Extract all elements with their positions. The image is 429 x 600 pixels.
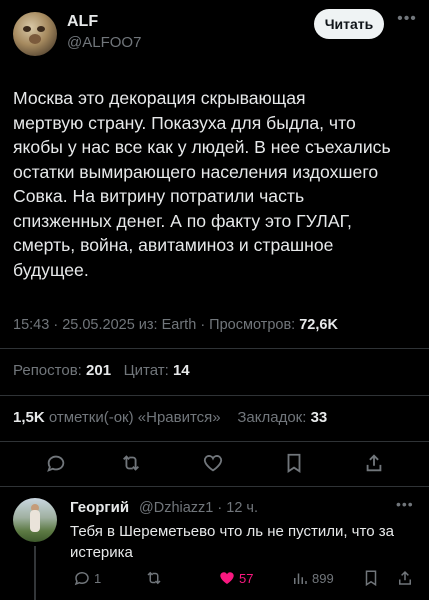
reply-like-button[interactable]: 57 <box>218 567 253 589</box>
reply-replies-count: 1 <box>94 570 102 586</box>
more-icon[interactable]: ••• <box>396 496 414 512</box>
reply-icon <box>74 572 89 586</box>
more-icon[interactable]: ••• <box>396 10 418 32</box>
share-icon <box>399 570 411 585</box>
reply-icon[interactable] <box>43 450 69 476</box>
reply-bookmark-button[interactable] <box>362 567 380 589</box>
reply-views-count: 899 <box>312 570 334 586</box>
reply-avatar[interactable] <box>13 498 57 542</box>
reply-time[interactable]: 12 ч. <box>226 500 258 516</box>
reply-meta: @Dzhiazz1 · 12 ч. <box>139 500 258 516</box>
stats-likes-bookmarks: 1,5K отметки(-ок) «Нравится» Закладок: 3… <box>13 409 327 426</box>
views-count[interactable]: 72,6K <box>299 317 338 333</box>
tweet-text-line: якобы у нас все как у людей. В нее съеха… <box>13 137 391 157</box>
tweet-text-line: будущее. <box>13 259 89 280</box>
thread-line <box>34 546 36 600</box>
bookmarks-count[interactable]: 33 <box>311 409 328 426</box>
reply-author-name[interactable]: Георгий <box>70 499 129 516</box>
likes-label: отметки(-ок) «Нравится» <box>48 409 221 426</box>
likes-count[interactable]: 1,5K <box>13 409 45 426</box>
reply-share-button[interactable] <box>396 567 414 589</box>
bookmark-icon <box>365 570 377 587</box>
like-icon <box>220 572 234 584</box>
author-name[interactable]: ALF <box>67 13 98 31</box>
reposts-count[interactable]: 201 <box>86 362 111 379</box>
divider <box>0 486 429 487</box>
source-prefix: из: <box>138 317 158 333</box>
divider <box>0 348 429 349</box>
follow-button[interactable]: Читать <box>314 9 384 39</box>
quotes-label: Цитат: <box>123 362 169 379</box>
tweet-meta: 15:43 · 25.05.2025 из: Earth · Просмотро… <box>13 317 338 333</box>
author-handle[interactable]: @ALFOO7 <box>67 34 141 51</box>
bookmarks-label: Закладок: <box>237 409 307 426</box>
quotes-count[interactable]: 14 <box>173 362 190 379</box>
tweet-date[interactable]: 25.05.2025 <box>62 317 135 333</box>
tweet-text-line: Москва это декорация скрывающая <box>13 88 306 108</box>
tweet-source: Earth <box>161 317 197 333</box>
reposts-label: Репостов: <box>13 362 82 379</box>
repost-icon <box>147 571 161 585</box>
tweet-text: Москва это декорация скрывающая мертвую … <box>13 86 417 282</box>
like-icon[interactable] <box>200 450 226 476</box>
author-avatar[interactable] <box>13 12 57 56</box>
reply-views-button[interactable]: 899 <box>291 567 334 589</box>
tweet-text-line: остатки вымирающего населения издохшего <box>13 161 379 182</box>
bookmark-icon[interactable] <box>281 450 307 476</box>
tweet-text-line: смерть, война, авитаминоз и страшное <box>13 235 334 255</box>
divider <box>0 395 429 396</box>
views-icon <box>294 573 307 584</box>
reply-text: Тебя в Шереметьево что ль не пустили, чт… <box>70 523 394 561</box>
divider <box>0 441 429 442</box>
repost-icon[interactable] <box>118 450 144 476</box>
views-label: Просмотров: <box>209 317 296 333</box>
reply-author-handle[interactable]: @Dzhiazz1 <box>139 500 213 516</box>
stats-reposts-quotes: Репостов: 201 Цитат: 14 <box>13 362 190 379</box>
reply-likes-count: 57 <box>239 570 254 586</box>
tweet-text-line: спизженных денег. А по факту это ГУЛАГ, <box>13 210 352 231</box>
reply-reply-button[interactable]: 1 <box>73 567 101 589</box>
tweet-time[interactable]: 15:43 <box>13 317 49 333</box>
tweet-text-line: мертвую страну. Показуха для быдла, что <box>13 112 356 133</box>
share-icon[interactable] <box>361 450 387 476</box>
reply-repost-button[interactable] <box>145 567 163 589</box>
tweet-text-line: Совка. На витрину потратили часть <box>13 186 305 206</box>
